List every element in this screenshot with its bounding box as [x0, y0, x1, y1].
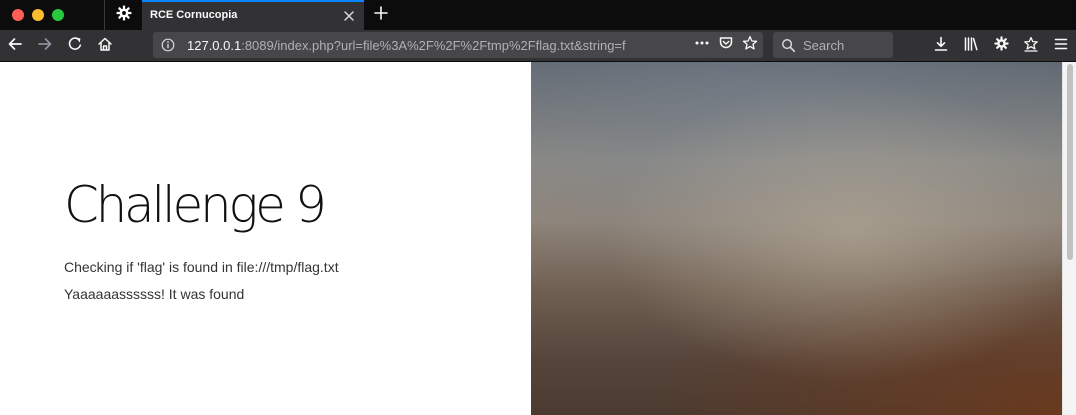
tab-active[interactable]: RCE Cornucopia	[142, 0, 364, 30]
background-image	[531, 62, 1062, 415]
scrollbar-thumb[interactable]	[1067, 64, 1073, 260]
check-status-text: Checking if 'flag' is found in file:///t…	[64, 259, 339, 275]
library-icon	[963, 36, 979, 57]
settings-button[interactable]	[990, 35, 1012, 57]
result-text: Yaaaaaassssss! It was found	[64, 286, 245, 302]
downloads-button[interactable]	[930, 35, 952, 57]
download-icon	[933, 36, 949, 57]
tab-separator	[104, 0, 105, 30]
window-maximize-button[interactable]	[52, 9, 64, 21]
tab-strip: RCE Cornucopia	[0, 0, 1076, 30]
page-viewport: Challenge 9 Checking if 'flag' is found …	[0, 62, 1076, 415]
search-input[interactable]	[803, 35, 889, 55]
tab-title: RCE Cornucopia	[150, 9, 238, 21]
search-bar[interactable]	[773, 32, 893, 58]
url-text[interactable]: 127.0.0.1:8089/index.php?url=file%3A%2F%…	[187, 38, 687, 53]
pocket-icon	[718, 35, 734, 56]
url-bar[interactable]: 127.0.0.1:8089/index.php?url=file%3A%2F%…	[153, 32, 763, 58]
home-icon	[97, 36, 113, 57]
search-icon	[781, 38, 796, 53]
info-icon[interactable]	[161, 38, 175, 52]
star-icon	[742, 35, 758, 56]
page-actions-button[interactable]	[693, 36, 711, 54]
page-title: Challenge 9	[64, 176, 327, 234]
home-button[interactable]	[94, 35, 116, 57]
url-path: :8089/index.php?url=file%3A%2F%2F%2Ftmp%…	[241, 38, 626, 53]
menu-button[interactable]	[1050, 35, 1072, 57]
gear-icon	[993, 35, 1010, 57]
close-icon[interactable]	[342, 9, 356, 23]
navigation-toolbar: 127.0.0.1:8089/index.php?url=file%3A%2F%…	[0, 30, 1076, 62]
hamburger-menu-icon	[1053, 36, 1069, 57]
url-host: 127.0.0.1	[187, 38, 242, 53]
forward-button[interactable]	[34, 35, 56, 57]
page-content: Challenge 9 Checking if 'flag' is found …	[0, 62, 531, 415]
plus-icon	[373, 5, 389, 26]
arrow-left-icon	[7, 36, 23, 57]
reload-icon	[67, 36, 83, 57]
pocket-button[interactable]	[717, 36, 735, 54]
new-tab-button[interactable]	[370, 4, 392, 26]
bookmark-star-button[interactable]	[741, 35, 759, 56]
arrow-right-icon	[37, 36, 53, 57]
account-button[interactable]	[1020, 35, 1042, 57]
page-scrollbar[interactable]	[1062, 62, 1076, 415]
window-close-button[interactable]	[12, 9, 24, 21]
back-button[interactable]	[4, 35, 26, 57]
more-horizontal-icon	[694, 35, 710, 56]
reload-button[interactable]	[64, 35, 86, 57]
star-account-icon	[1023, 36, 1039, 57]
gear-icon	[115, 4, 133, 27]
library-button[interactable]	[960, 35, 982, 57]
pinned-tab[interactable]	[110, 0, 138, 30]
window-minimize-button[interactable]	[32, 9, 44, 21]
